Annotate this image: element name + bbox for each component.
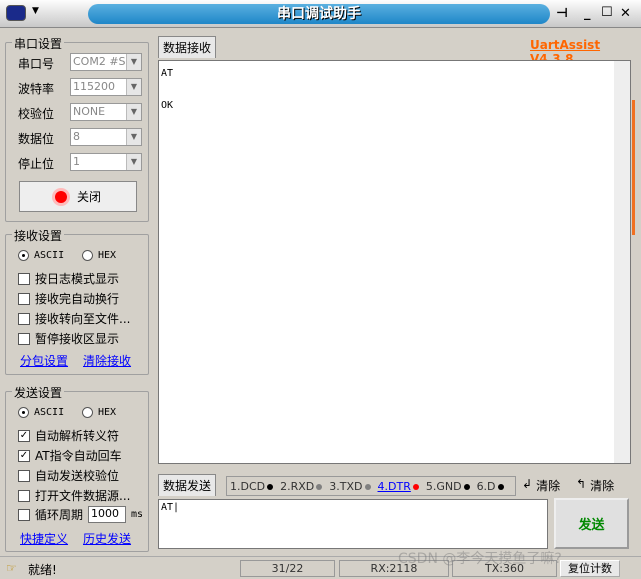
clear-send-button[interactable]: ↲ 清除 (522, 477, 560, 494)
option-checkbox[interactable]: 自动发送校验位 (18, 467, 119, 484)
cycle-period-input[interactable]: 1000 (88, 506, 127, 523)
cycle-unit: ms (131, 509, 144, 520)
pin-indicator: 1.DCD (230, 480, 274, 493)
serial-settings-group: 串口设置 串口号 COM2 #Sil ▼ 波特率 115200 ▼ 校验位 NONE ▼ 数据位 8… (5, 35, 149, 222)
option-checkbox[interactable]: ✓ 自动解析转义符 (18, 427, 119, 444)
pin-status-icon (463, 483, 470, 490)
pin-status-bar: 1.DCD 2.RXD 3.TXD 4.DTR 5.GND 6.D (226, 476, 516, 496)
chevron-down-icon[interactable]: ▼ (126, 54, 141, 70)
group-title: 接收设置 (12, 227, 65, 244)
send-ascii-radio[interactable]: ASCII (18, 407, 64, 418)
tab-receive[interactable]: 数据接收 (158, 36, 217, 58)
group-title: 串口设置 (12, 35, 65, 52)
receive-line: AT (161, 68, 174, 79)
pin-status-icon (364, 483, 371, 490)
shortcut-define-link[interactable]: 快捷定义 (20, 530, 68, 547)
app-icon[interactable] (6, 5, 26, 21)
option-checkbox[interactable]: 按日志模式显示 (18, 270, 119, 287)
receive-settings-group: 接收设置 ASCII HEX 按日志模式显示 接收完自动换行 接收转向至文件... 暂… (5, 227, 149, 375)
serial-field-label: 校验位 (18, 107, 55, 121)
serial-field-label: 停止位 (18, 157, 55, 171)
packet-settings-link[interactable]: 分包设置 (20, 352, 68, 369)
hand-icon: ☞ (6, 561, 17, 575)
close-port-button[interactable]: 关闭 (19, 181, 137, 212)
send-history-link[interactable]: 历史发送 (83, 530, 131, 547)
send-button[interactable]: 发送 (554, 498, 629, 549)
serial-field-select[interactable]: 8 ▼ (70, 128, 142, 146)
serial-field-select[interactable]: 115200 ▼ (70, 78, 142, 96)
window-title: 串口调试助手 (88, 4, 550, 24)
option-checkbox[interactable]: ✓ AT指令自动回车 (18, 447, 122, 464)
pin-status-icon (316, 483, 323, 490)
send-input[interactable]: AT| (158, 499, 548, 549)
serial-field-select[interactable]: NONE ▼ (70, 103, 142, 121)
send-hex-radio[interactable]: HEX (82, 407, 116, 418)
option-checkbox[interactable]: 接收完自动换行 (18, 290, 119, 307)
chevron-down-icon[interactable]: ▼ (126, 79, 141, 95)
option-checkbox[interactable]: 接收转向至文件... (18, 310, 130, 327)
cycle-checkbox[interactable]: 循环周期 1000 ms (18, 506, 143, 523)
close-window-button[interactable]: ✕ (620, 6, 631, 21)
chevron-down-icon[interactable]: ▼ (126, 104, 141, 120)
arrow-icon: ↲ (522, 477, 533, 491)
pin-indicator[interactable]: 4.DTR (378, 480, 419, 493)
option-checkbox[interactable]: 打开文件数据源... (18, 487, 130, 504)
pin-indicator: 6.D (477, 480, 504, 493)
serial-field-label: 波特率 (18, 82, 55, 96)
receive-hex-radio[interactable]: HEX (82, 250, 116, 261)
pin-status-icon (412, 483, 419, 490)
status-bar: ☞ 就绪! 31/22 RX:2118 TX:360 复位计数 CSDN @李今… (0, 551, 641, 579)
pin-icon[interactable]: ⊣ (556, 6, 568, 21)
pin-status-icon (497, 483, 504, 490)
serial-field-label: 数据位 (18, 132, 55, 146)
chevron-down-icon[interactable]: ▼ (126, 154, 141, 170)
menu-arrow-icon[interactable]: ▼ (32, 6, 39, 16)
serial-field-label: 串口号 (18, 57, 55, 71)
status-text: 就绪! (28, 563, 57, 577)
receive-scrollbar[interactable] (614, 61, 630, 463)
maximize-button[interactable]: ☐ (601, 5, 613, 20)
pin-indicator: 2.RXD (280, 480, 323, 493)
serial-field-select[interactable]: 1 ▼ (70, 153, 142, 171)
clear-all-button[interactable]: ↰ 清除 (576, 477, 614, 494)
send-settings-group: 发送设置 ASCII HEX ✓ 自动解析转义符 ✓ AT指令自动回车 自动发送校验位打… (5, 384, 149, 552)
chevron-down-icon[interactable]: ▼ (126, 129, 141, 145)
reset-count-button[interactable]: 复位计数 (560, 560, 620, 577)
receive-textarea[interactable]: AT OK (158, 60, 631, 464)
receive-line (161, 82, 628, 98)
tab-send[interactable]: 数据发送 (158, 474, 217, 496)
serial-field-select[interactable]: COM2 #Sil ▼ (70, 53, 142, 71)
scroll-thumb[interactable] (632, 100, 635, 235)
group-title: 发送设置 (12, 384, 65, 401)
receive-ascii-radio[interactable]: ASCII (18, 250, 64, 261)
arrow-up-icon: ↰ (576, 477, 587, 491)
title-bar: ▼ 串口调试助手 ⊣ _ ☐ ✕ (0, 0, 641, 28)
receive-line: OK (161, 100, 174, 111)
clear-receive-link[interactable]: 清除接收 (83, 352, 131, 369)
watermark: CSDN @李今天摸鱼了嘛? (398, 551, 562, 567)
close-port-label: 关闭 (76, 190, 101, 204)
minimize-button[interactable]: _ (584, 6, 591, 21)
option-checkbox[interactable]: 暂停接收区显示 (18, 330, 119, 347)
port-status-icon (54, 190, 67, 203)
pin-status-icon (267, 483, 274, 490)
pin-indicator: 3.TXD (329, 480, 371, 493)
count-display: 31/22 (240, 560, 335, 577)
pin-indicator: 5.GND (426, 480, 470, 493)
